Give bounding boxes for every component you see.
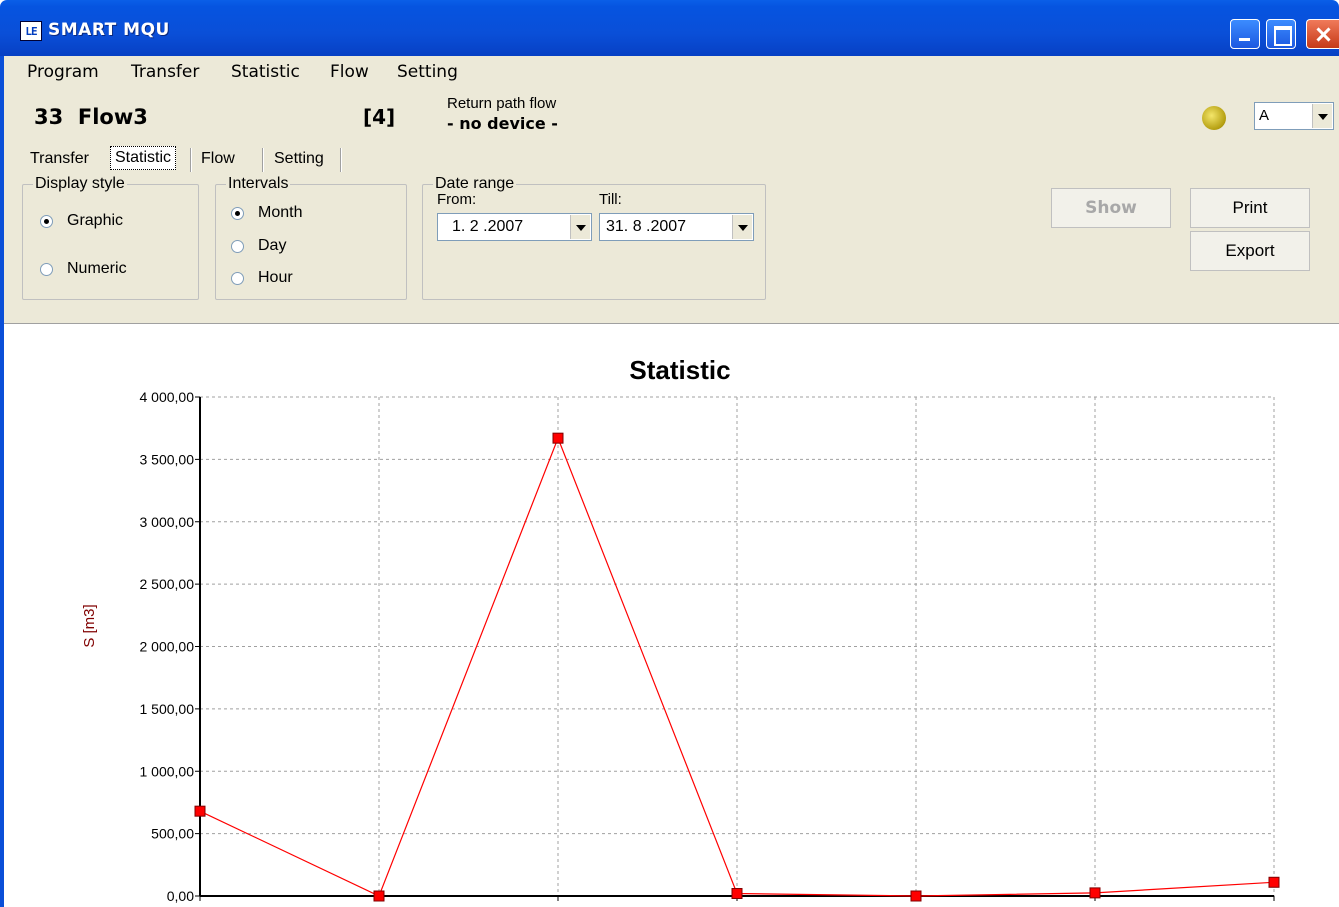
- statistic-chart: Statistic S [m3] 0,00 500,00 1 000,00 1 500…: [4, 324, 1339, 907]
- controls-panel: Display style Graphic Numeric Intervals …: [4, 174, 1339, 324]
- radio-numeric-label: Numeric: [67, 260, 127, 277]
- client-area: Program Transfer Statistic Flow Setting …: [4, 56, 1339, 907]
- radio-day-label: Day: [258, 237, 287, 254]
- chart-svg: Statistic S [m3] 0,00 500,00 1 000,00 1 500…: [81, 355, 1304, 907]
- minimize-button[interactable]: [1230, 19, 1260, 49]
- from-date-picker[interactable]: 1. 2 .2007: [437, 213, 592, 241]
- return-path-label: Return path flow: [447, 95, 557, 112]
- window-title: SMART MQU: [48, 20, 170, 40]
- y-tick-label: 2 000,00: [140, 639, 195, 655]
- display-style-title: Display style: [33, 175, 127, 193]
- y-tick-label: 0,00: [167, 888, 194, 904]
- chevron-down-icon[interactable]: [1312, 104, 1332, 128]
- chart-title: Statistic: [629, 355, 730, 385]
- tab-separator: [340, 148, 342, 172]
- maximize-button[interactable]: [1266, 19, 1296, 49]
- tab-strip: Transfer Statistic Flow Setting: [4, 144, 1339, 174]
- chart-grid: [200, 396, 1275, 896]
- radio-hour[interactable]: Hour: [231, 269, 293, 287]
- menu-flow[interactable]: Flow: [330, 62, 369, 82]
- menu-statistic[interactable]: Statistic: [231, 62, 300, 82]
- app-icon: LE: [20, 21, 42, 41]
- tab-separator: [190, 148, 192, 172]
- device-title: 33 Flow3: [34, 105, 148, 129]
- radio-graphic-dot[interactable]: [40, 214, 53, 228]
- y-tick-label: 3 500,00: [140, 451, 195, 467]
- data-point: [373, 890, 385, 902]
- from-label: From:: [437, 191, 477, 208]
- close-button[interactable]: [1306, 19, 1339, 49]
- tab-transfer[interactable]: Transfer: [26, 148, 93, 170]
- till-date-picker[interactable]: 31. 8 .2007: [599, 213, 754, 241]
- network-icon: [1202, 106, 1226, 130]
- channel-select-value: A: [1259, 107, 1270, 124]
- data-point: [552, 432, 564, 444]
- data-point: [910, 890, 922, 902]
- y-tick-label: 1 000,00: [140, 763, 195, 779]
- y-tick-label: 4 000,00: [140, 389, 195, 405]
- from-date-value: 1. 2 .2007: [452, 218, 524, 235]
- data-point: [731, 888, 743, 900]
- title-bar[interactable]: LE SMART MQU: [0, 0, 1339, 56]
- menu-transfer[interactable]: Transfer: [131, 62, 199, 82]
- device-number: [4]: [363, 105, 396, 129]
- radio-day-dot[interactable]: [231, 239, 244, 253]
- radio-numeric[interactable]: Numeric: [40, 260, 127, 278]
- radio-numeric-dot[interactable]: [40, 262, 53, 276]
- till-date-value: 31. 8 .2007: [606, 218, 687, 235]
- chevron-down-icon[interactable]: [732, 215, 752, 239]
- y-tick-label: 500,00: [151, 826, 194, 842]
- menu-bar: Program Transfer Statistic Flow Setting: [4, 56, 1339, 88]
- device-header: 33 Flow3 [4] Return path flow - no devic…: [4, 88, 1339, 144]
- tab-setting[interactable]: Setting: [270, 148, 328, 170]
- radio-month[interactable]: Month: [231, 204, 302, 222]
- y-tick-label: 2 500,00: [140, 576, 195, 592]
- radio-month-dot[interactable]: [231, 206, 244, 220]
- data-point: [1089, 887, 1101, 899]
- channel-select[interactable]: A: [1254, 102, 1334, 130]
- export-button[interactable]: Export: [1190, 231, 1310, 271]
- intervals-title: Intervals: [226, 175, 291, 193]
- radio-month-label: Month: [258, 204, 303, 221]
- radio-graphic[interactable]: Graphic: [40, 212, 123, 230]
- data-point: [1268, 876, 1280, 888]
- y-tick-label: 1 500,00: [140, 701, 195, 717]
- menu-setting[interactable]: Setting: [397, 62, 458, 82]
- intervals-group: Intervals Month Day Hour: [215, 175, 407, 300]
- display-style-group: Display style Graphic Numeric: [22, 175, 199, 300]
- data-point: [194, 805, 206, 817]
- till-label: Till:: [599, 191, 622, 208]
- radio-hour-label: Hour: [258, 269, 293, 286]
- show-button[interactable]: Show: [1051, 188, 1171, 228]
- tab-statistic[interactable]: Statistic: [110, 146, 177, 170]
- date-range-group: Date range From: Till: 1. 2 .2007 31. 8 …: [422, 175, 766, 300]
- menu-program[interactable]: Program: [27, 62, 99, 82]
- return-path-device: - no device -: [447, 114, 558, 133]
- radio-graphic-label: Graphic: [67, 212, 124, 229]
- chart-ticks: 0,00 500,00 1 000,00 1 500,00 2 000,00 2 500,…: [140, 389, 1304, 907]
- radio-day[interactable]: Day: [231, 237, 286, 255]
- tab-flow[interactable]: Flow: [197, 148, 239, 170]
- chevron-down-icon[interactable]: [570, 215, 590, 239]
- tab-separator: [262, 148, 264, 172]
- radio-hour-dot[interactable]: [231, 271, 244, 285]
- y-axis-label: S [m3]: [81, 604, 98, 647]
- print-button[interactable]: Print: [1190, 188, 1310, 228]
- y-tick-label: 3 000,00: [140, 514, 195, 530]
